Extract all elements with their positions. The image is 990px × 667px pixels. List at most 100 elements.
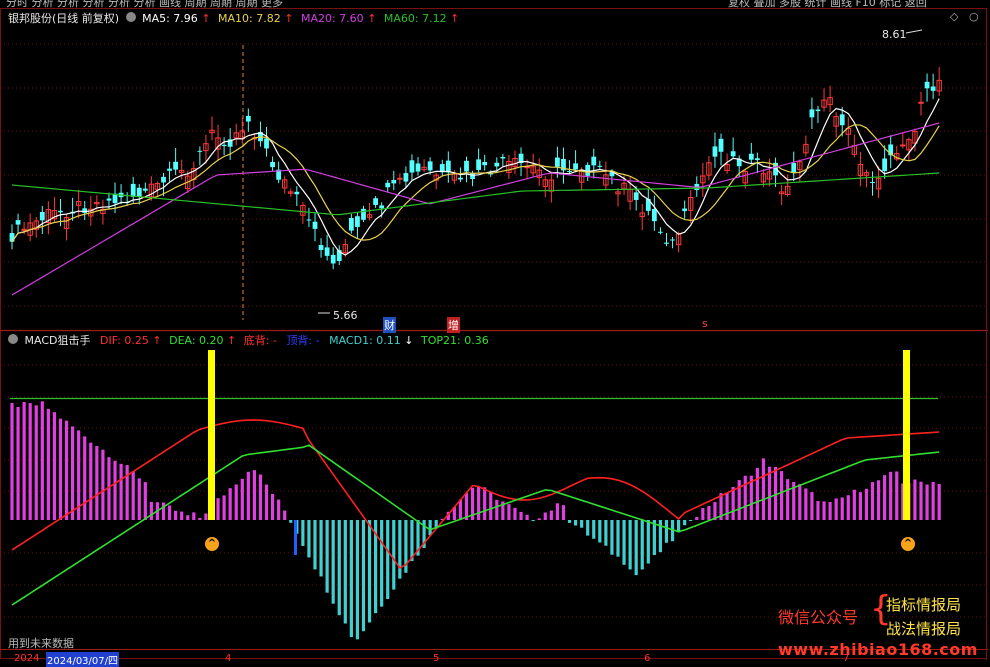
- macd-bar: [531, 520, 535, 522]
- candle-body: [585, 164, 591, 176]
- macd-bar: [198, 517, 202, 520]
- dif-value: DIF: 0.25: [99, 334, 149, 347]
- macd-bar: [258, 474, 263, 520]
- macd-bar: [180, 511, 184, 520]
- candle-body: [870, 182, 875, 184]
- ma20-line: [11, 122, 940, 296]
- candle-body: [15, 220, 21, 225]
- macd-bar: [816, 501, 820, 520]
- candle-body: [173, 161, 179, 170]
- settings-icon[interactable]: [8, 334, 18, 344]
- candle-body: [427, 161, 433, 171]
- candle-body: [142, 188, 148, 191]
- macd-bar: [16, 406, 20, 520]
- candle-body: [458, 177, 463, 180]
- macd-bar: [264, 484, 269, 520]
- macd-bar: [931, 481, 935, 520]
- ma10-value: MA10: 7.82: [218, 12, 281, 25]
- macd-bar: [228, 488, 232, 520]
- candle-body: [39, 212, 45, 221]
- macd-bar: [834, 498, 838, 520]
- candle-body: [815, 109, 821, 112]
- candle-body: [664, 242, 669, 244]
- macd-bar: [28, 403, 32, 520]
- date-highlight[interactable]: 2024/03/07/四: [46, 652, 120, 667]
- macd-bar: [937, 483, 941, 520]
- macd-bar: [392, 520, 396, 590]
- candle-body: [555, 157, 560, 167]
- signal-badge-icon[interactable]: ^: [901, 537, 915, 551]
- macd-bar: [870, 482, 875, 520]
- circle-icon[interactable]: ○: [969, 10, 979, 23]
- candle-body: [651, 208, 657, 222]
- macd-bar: [646, 520, 650, 564]
- candle-body: [918, 101, 924, 104]
- indicator-header: MACD狙击手 DIF: 0.25 ↑ DEA: 0.20 ↑ 底背: - 顶背…: [8, 332, 489, 348]
- watermark-url: www.zhibiao168.com: [778, 640, 978, 659]
- macd-bar: [640, 520, 644, 570]
- macd-bar: [828, 501, 832, 520]
- macd-bar: [567, 520, 572, 523]
- macd-bar: [34, 405, 38, 520]
- macd-bar: [174, 510, 178, 520]
- signal-bar: [903, 350, 910, 520]
- blue-mark: [294, 520, 297, 555]
- macd-bar: [343, 520, 347, 624]
- increase-marker[interactable]: 增: [447, 317, 460, 333]
- candle-body: [591, 156, 597, 166]
- indicator-title[interactable]: MACD狙击手: [25, 334, 91, 347]
- macd-bar: [143, 482, 147, 520]
- macd-bar: [610, 520, 614, 555]
- macd-bar: [755, 467, 759, 520]
- arrow-up-icon: ↑: [201, 12, 211, 25]
- macd-bar: [71, 426, 75, 520]
- macd1-value: MACD1: 0.11: [329, 334, 401, 347]
- candle-body: [294, 191, 300, 195]
- candle-body: [748, 153, 754, 160]
- macd-bar: [331, 520, 335, 604]
- candle-body: [464, 160, 469, 172]
- ma5-value: MA5: 7.96: [142, 12, 198, 25]
- candle-body: [567, 171, 572, 173]
- candle-body: [718, 138, 724, 152]
- candle-body: [712, 146, 718, 157]
- macd-bar: [113, 460, 117, 520]
- s-marker[interactable]: s: [702, 317, 708, 330]
- candle-body: [403, 173, 409, 182]
- candle-body: [415, 163, 421, 172]
- macd-bar: [519, 511, 523, 520]
- macd-bar: [301, 520, 305, 546]
- macd-bar: [561, 505, 566, 520]
- candle-body: [130, 183, 136, 197]
- main-panel-header: 银邦股份(日线 前复权) MA5: 7.96 ↑ MA10: 7.82 ↑ MA…: [8, 10, 459, 26]
- diamond-icon[interactable]: ◇: [950, 10, 958, 23]
- macd-bar: [40, 401, 44, 520]
- macd-bar: [313, 520, 317, 570]
- macd-bar: [919, 481, 923, 520]
- macd-bar: [525, 514, 529, 520]
- candle-body: [306, 219, 312, 221]
- macd-bar: [10, 403, 14, 520]
- candle-body: [682, 208, 688, 212]
- macd-bar: [840, 497, 844, 520]
- candle-body: [597, 165, 603, 167]
- signal-badge-icon[interactable]: ^: [205, 537, 219, 551]
- stock-title[interactable]: 银邦股份(日线 前复权): [8, 12, 119, 25]
- candle-body: [264, 138, 269, 149]
- macd-bar: [925, 484, 929, 520]
- macd-bar: [622, 520, 626, 565]
- finance-marker[interactable]: 财: [383, 317, 396, 333]
- candle-body: [409, 160, 415, 173]
- macd-bar: [876, 480, 881, 520]
- settings-icon[interactable]: [125, 12, 136, 22]
- macd-bar: [64, 420, 69, 520]
- macd-bar: [192, 512, 196, 520]
- candle-body: [730, 151, 736, 157]
- macd-bar: [119, 463, 123, 520]
- macd-bar: [337, 520, 341, 616]
- candle-body: [355, 216, 360, 227]
- candle-body: [791, 163, 797, 173]
- macd-bar: [349, 520, 353, 638]
- macd-bar: [101, 449, 105, 520]
- month-tick-6: 6: [644, 653, 651, 664]
